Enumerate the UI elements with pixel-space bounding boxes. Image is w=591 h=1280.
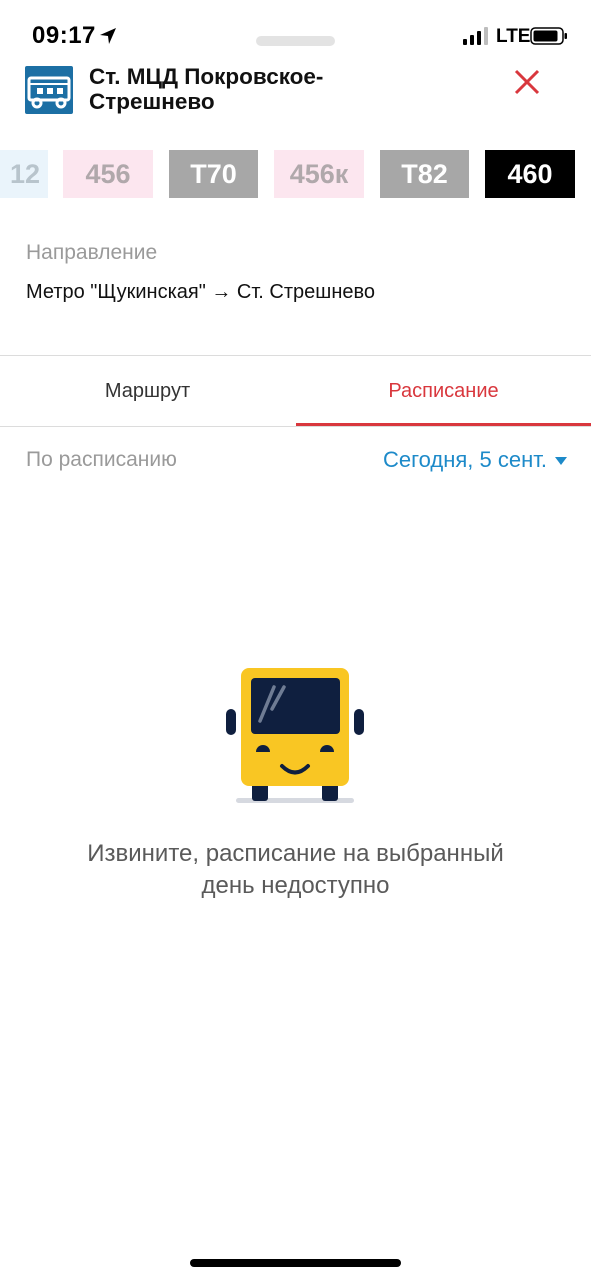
empty-state-line-1: Извините, расписание на выбранный	[87, 840, 504, 867]
schedule-filter-label: По расписанию	[26, 448, 177, 471]
route-chip[interactable]: 456к	[274, 150, 364, 198]
route-chip-selected[interactable]: 460	[485, 150, 575, 198]
route-chip[interactable]: Т70	[169, 150, 258, 198]
location-arrow-icon	[100, 28, 116, 44]
direction-value[interactable]: Метро "Щукинская" → Ст. Стрешнево	[26, 281, 375, 304]
tab-bar: Маршрут Расписание	[0, 356, 591, 426]
home-indicator[interactable]	[190, 1259, 401, 1267]
status-time: 09:17	[32, 22, 96, 49]
date-selector[interactable]: Сегодня, 5 сент.	[383, 447, 567, 473]
route-chip[interactable]: 12	[0, 150, 48, 198]
direction-label: Направление	[26, 241, 158, 264]
stop-header: Ст. МЦД Покровское-Стрешнево	[0, 60, 591, 130]
route-chip[interactable]: 456	[63, 150, 153, 198]
tab-route[interactable]: Маршрут	[0, 356, 295, 426]
battery-icon	[530, 27, 567, 45]
close-icon	[514, 69, 540, 95]
stop-title: Ст. МЦД Покровское-Стрешнево	[89, 64, 324, 114]
route-chips: 12 456 Т70 456к Т82 460	[0, 150, 591, 198]
date-selector-value: Сегодня, 5 сент.	[382, 447, 547, 472]
notch-pill	[256, 36, 335, 46]
empty-state-line-2: день недоступно	[201, 872, 390, 899]
divider	[0, 426, 591, 427]
close-button[interactable]	[507, 62, 547, 102]
empty-state-message: Извините, расписание на выбранный день н…	[30, 838, 561, 902]
network-type: LTE	[496, 26, 531, 47]
tab-schedule[interactable]: Расписание	[296, 356, 591, 426]
bus-illustration	[226, 668, 364, 803]
caret-down-icon	[555, 457, 567, 465]
signal-icon	[463, 27, 488, 45]
bus-stop-icon	[25, 66, 73, 114]
route-chip[interactable]: Т82	[380, 150, 469, 198]
